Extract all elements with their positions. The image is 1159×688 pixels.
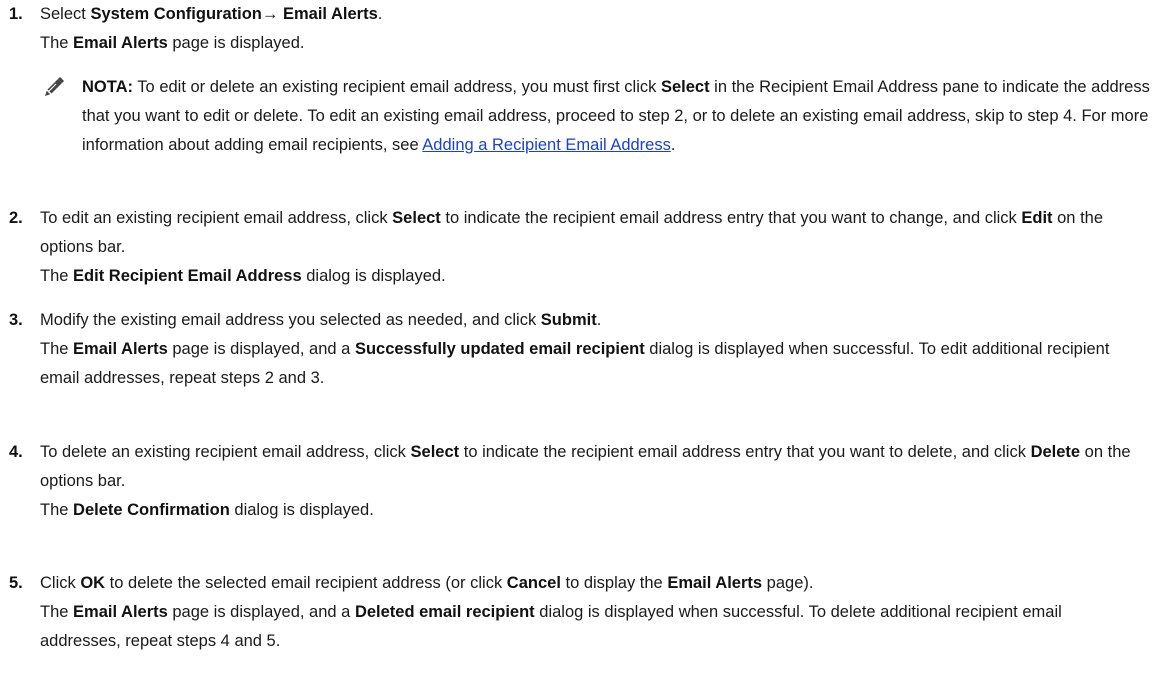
text: page). [762, 574, 814, 592]
step-content: Click OK to delete the selected email re… [40, 569, 1145, 656]
text: The [40, 501, 74, 519]
step-2-result: The Edit Recipient Email Address dialog … [40, 262, 1145, 291]
ui-term: Select [410, 443, 460, 461]
step-2-instruction: To edit an existing recipient email addr… [40, 204, 1145, 262]
adding-recipient-email-link[interactable]: Adding a Recipient Email Address [422, 136, 671, 154]
ui-term: Email Alerts [73, 603, 168, 621]
text: To edit or delete an existing recipient … [133, 78, 661, 96]
step-content: To edit an existing recipient email addr… [40, 204, 1145, 291]
ui-term: Delete Confirmation [73, 501, 230, 519]
text: The [40, 267, 74, 285]
step-4: 4. To delete an existing recipient email… [0, 438, 1159, 525]
ui-term: Cancel [506, 574, 561, 592]
text: . [377, 5, 383, 23]
text: . [596, 311, 602, 329]
text: . [670, 136, 676, 154]
ui-term: Select [660, 78, 710, 96]
step-4-instruction: To delete an existing recipient email ad… [40, 438, 1145, 496]
step-5-result: The Email Alerts page is displayed, and … [40, 598, 1145, 656]
text: to delete the selected email recipient a… [105, 574, 507, 592]
step-number: 4. [9, 443, 23, 461]
step-2: 2. To edit an existing recipient email a… [0, 204, 1159, 291]
text: The [40, 34, 74, 52]
step-number: 5. [9, 574, 23, 592]
text: Click [40, 574, 81, 592]
text: to indicate the recipient email address … [459, 443, 1031, 461]
step-number: 3. [9, 311, 23, 329]
ui-term: Successfully updated email recipient [354, 340, 645, 358]
step-3-result: The Email Alerts page is displayed, and … [40, 335, 1145, 393]
ui-term: Email Alerts [73, 34, 168, 52]
text: Modify the existing email address you se… [40, 311, 541, 329]
text: to display the [560, 574, 668, 592]
text: To edit an existing recipient email addr… [40, 209, 393, 227]
step-1-result: The Email Alerts page is displayed. [40, 29, 1145, 58]
ui-term: Email Alerts [73, 340, 168, 358]
menu-path-system-configuration: System Configuration [90, 5, 262, 23]
step-3: 3. Modify the existing email address you… [0, 306, 1159, 393]
ui-term: Edit Recipient Email Address [73, 267, 302, 285]
step-content: Select System Configuration→ Email Alert… [40, 0, 1145, 58]
step-3-instruction: Modify the existing email address you se… [40, 306, 1145, 335]
step-1-instruction: Select System Configuration→ Email Alert… [40, 0, 1145, 29]
arrow-glyph: → [261, 5, 283, 23]
menu-path-email-alerts: Email Alerts [282, 5, 378, 23]
text: To delete an existing recipient email ad… [40, 443, 411, 461]
ui-term: OK [80, 574, 106, 592]
pencil-note-icon [43, 76, 65, 98]
step-5-instruction: Click OK to delete the selected email re… [40, 569, 1145, 598]
step-number: 2. [9, 209, 23, 227]
text: The [40, 603, 74, 621]
step-number: 1. [9, 5, 23, 23]
text: dialog is displayed. [229, 501, 374, 519]
text: page is displayed, and a [167, 603, 355, 621]
text: to indicate the recipient email address … [440, 209, 1022, 227]
text: Select [40, 5, 91, 23]
text: dialog is displayed. [301, 267, 446, 285]
ui-term: Select [392, 209, 441, 227]
step-content: Modify the existing email address you se… [40, 306, 1145, 393]
step-content: To delete an existing recipient email ad… [40, 438, 1145, 525]
note-text: NOTA: To edit or delete an existing reci… [82, 73, 1150, 160]
ui-term: Email Alerts [667, 574, 763, 592]
ui-term: Edit [1021, 209, 1053, 227]
step-1: 1. Select System Configuration→ Email Al… [0, 0, 1159, 58]
ui-term: Delete [1030, 443, 1081, 461]
text: page is displayed. [167, 34, 305, 52]
ui-term: Deleted email recipient [354, 603, 535, 621]
ui-term: Submit [540, 311, 597, 329]
note-label: NOTA: [82, 78, 134, 96]
note-block: NOTA: To edit or delete an existing reci… [40, 73, 1150, 160]
step-4-result: The Delete Confirmation dialog is displa… [40, 496, 1145, 525]
text: page is displayed, and a [167, 340, 355, 358]
text: The [40, 340, 74, 358]
step-5: 5. Click OK to delete the selected email… [0, 569, 1159, 656]
